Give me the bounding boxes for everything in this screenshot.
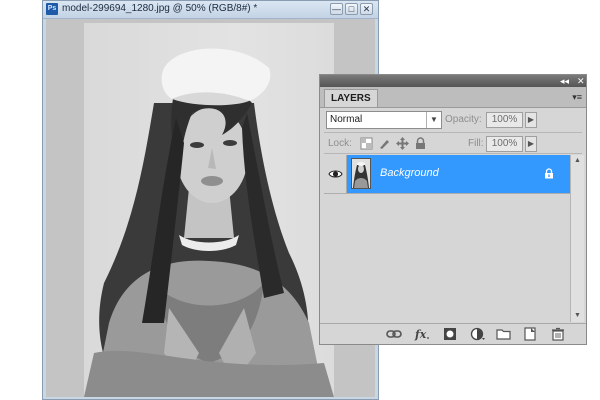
lock-label: Lock: [328,138,352,149]
collapse-panel-button[interactable]: ◂◂ [560,75,569,87]
visibility-toggle[interactable] [324,155,347,193]
eye-icon [328,170,343,178]
lock-image-pixels-icon[interactable] [378,137,391,150]
scroll-up-icon[interactable]: ▲ [571,155,584,167]
opacity-label: Opacity: [445,114,482,125]
photo-canvas[interactable] [84,23,334,397]
list-divider [324,153,582,154]
fill-slider-arrow[interactable]: ▶ [525,136,537,152]
layer-name[interactable]: Background [380,167,439,179]
lock-position-icon[interactable] [396,137,409,150]
row-separator [324,193,570,194]
panel-menu-icon[interactable]: ▾≡ [572,92,582,103]
minimize-button[interactable]: — [330,3,343,15]
link-icon[interactable] [386,327,402,341]
lock-transparent-pixels-icon[interactable] [360,137,373,150]
document-titlebar[interactable]: Ps model-299694_1280.jpg @ 50% (RGB/8#) … [43,1,378,19]
panel-topbar[interactable]: ◂◂ ✕ [320,75,586,87]
panel-bottom-bar: fx [320,323,586,344]
panel-tab-row: LAYERS ▾≡ [320,87,586,108]
opacity-slider-arrow[interactable]: ▶ [525,112,537,128]
maximize-button[interactable]: □ [345,3,358,15]
close-button[interactable]: ✕ [360,3,373,15]
folder-icon[interactable] [496,327,512,341]
layer-row-background[interactable]: Background [324,155,570,193]
lock-icon [545,168,553,179]
adjustment-icon[interactable] [470,327,486,341]
blend-mode-select[interactable]: Normal ▼ [326,111,442,129]
fill-label: Fill: [468,138,484,149]
trash-icon[interactable] [550,327,566,341]
photoshop-icon: Ps [46,3,58,15]
lock-all-icon[interactable] [414,137,427,150]
tab-layers[interactable]: LAYERS [324,89,378,107]
blend-mode-value: Normal [330,114,363,125]
fill-field[interactable]: 100% [486,136,523,152]
new-layer-icon[interactable] [522,327,538,341]
mask-icon[interactable] [442,327,458,341]
chevron-down-icon: ▼ [426,112,441,128]
layers-list: Background [324,155,570,322]
layers-panel: ◂◂ ✕ LAYERS ▾≡ Normal ▼ Opacity: 100% ▶ … [319,74,587,345]
svg-text:fx: fx [414,328,427,341]
layers-scrollbar[interactable]: ▲ ▼ [570,155,584,322]
document-title: model-299694_1280.jpg @ 50% (RGB/8#) * [62,3,258,14]
thumbnail-image [352,159,370,188]
opacity-field[interactable]: 100% [486,112,523,128]
woman-portrait-image [84,48,334,397]
layer-thumbnail[interactable] [351,158,371,189]
scroll-down-icon[interactable]: ▼ [571,310,584,322]
fx-icon[interactable]: fx [414,327,430,341]
options-divider [324,132,582,133]
close-panel-button[interactable]: ✕ [577,75,585,87]
